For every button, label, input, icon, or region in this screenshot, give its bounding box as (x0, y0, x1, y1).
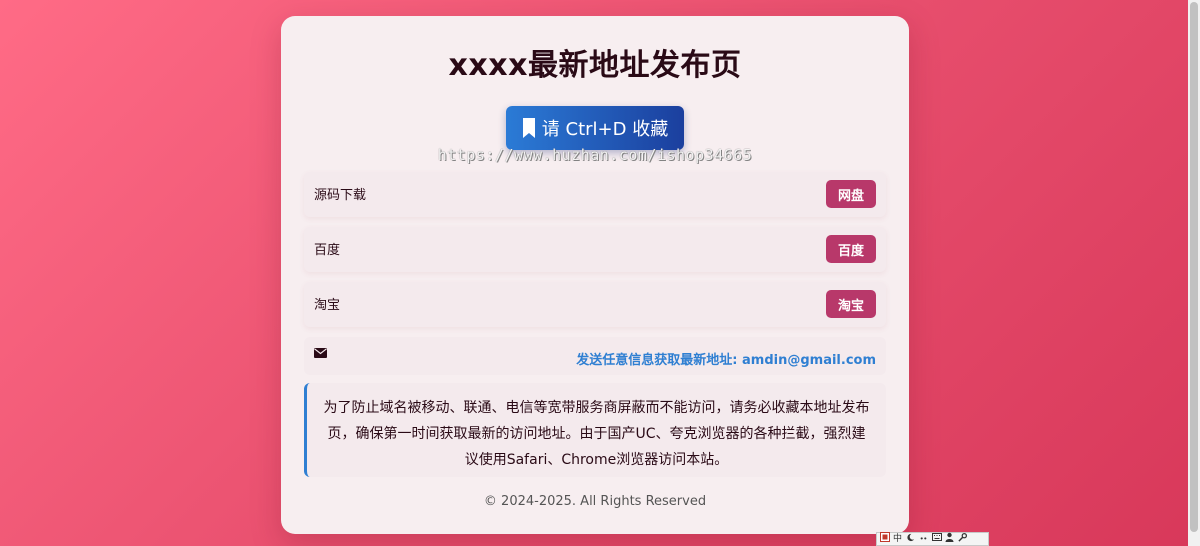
moon-icon[interactable] (905, 533, 916, 546)
ime-toolbar[interactable]: 中 (876, 532, 989, 546)
user-icon[interactable] (944, 532, 955, 546)
netdisk-button[interactable]: 网盘 (825, 180, 876, 208)
notice-text: 为了防止域名被移动、联通、电信等宽带服务商屏蔽而不能访问，请务必收藏本地址发布页… (323, 400, 870, 468)
main-card: xxxx最新地址发布页 请 Ctrl+D 收藏 https://www.huzh… (281, 16, 909, 534)
link-label: 源码下载 (314, 188, 367, 203)
bookmark-icon (522, 118, 535, 138)
link-row-source: 源码下载 网盘 (304, 172, 886, 217)
link-label: 百度 (314, 243, 341, 258)
page-title: xxxx最新地址发布页 (448, 48, 742, 83)
link-list: 源码下载 网盘 百度 百度 淘宝 淘宝 发送任意信息获取最新地址: amdin@… (304, 172, 886, 477)
bookmark-label: 请 Ctrl+D 收藏 (541, 119, 669, 140)
notice-box: 为了防止域名被移动、联通、电信等宽带服务商屏蔽而不能访问，请务必收藏本地址发布页… (304, 383, 886, 477)
taobao-button[interactable]: 淘宝 (825, 290, 876, 318)
punctuation-icon[interactable] (918, 533, 929, 546)
bookmark-wrap: 请 Ctrl+D 收藏 (304, 106, 886, 150)
keyboard-icon[interactable] (931, 533, 942, 545)
baidu-button[interactable]: 百度 (825, 235, 876, 263)
scrollbar-thumb[interactable] (1190, 2, 1198, 532)
scrollbar[interactable] (1188, 0, 1200, 546)
link-row-baidu: 百度 百度 (304, 227, 886, 272)
contact-email-link[interactable]: 发送任意信息获取最新地址: amdin@gmail.com (576, 349, 876, 368)
link-label: 淘宝 (314, 298, 341, 313)
envelope-icon (314, 348, 327, 358)
ime-logo-icon[interactable] (879, 532, 890, 546)
link-row-taobao: 淘宝 淘宝 (304, 282, 886, 327)
contact-row: 发送任意信息获取最新地址: amdin@gmail.com (304, 337, 886, 375)
footer-copyright: © 2024-2025. All Rights Reserved (483, 494, 707, 509)
bookmark-button[interactable]: 请 Ctrl+D 收藏 (505, 106, 685, 150)
wrench-icon[interactable] (957, 532, 968, 546)
ime-mode-label[interactable]: 中 (892, 533, 903, 545)
